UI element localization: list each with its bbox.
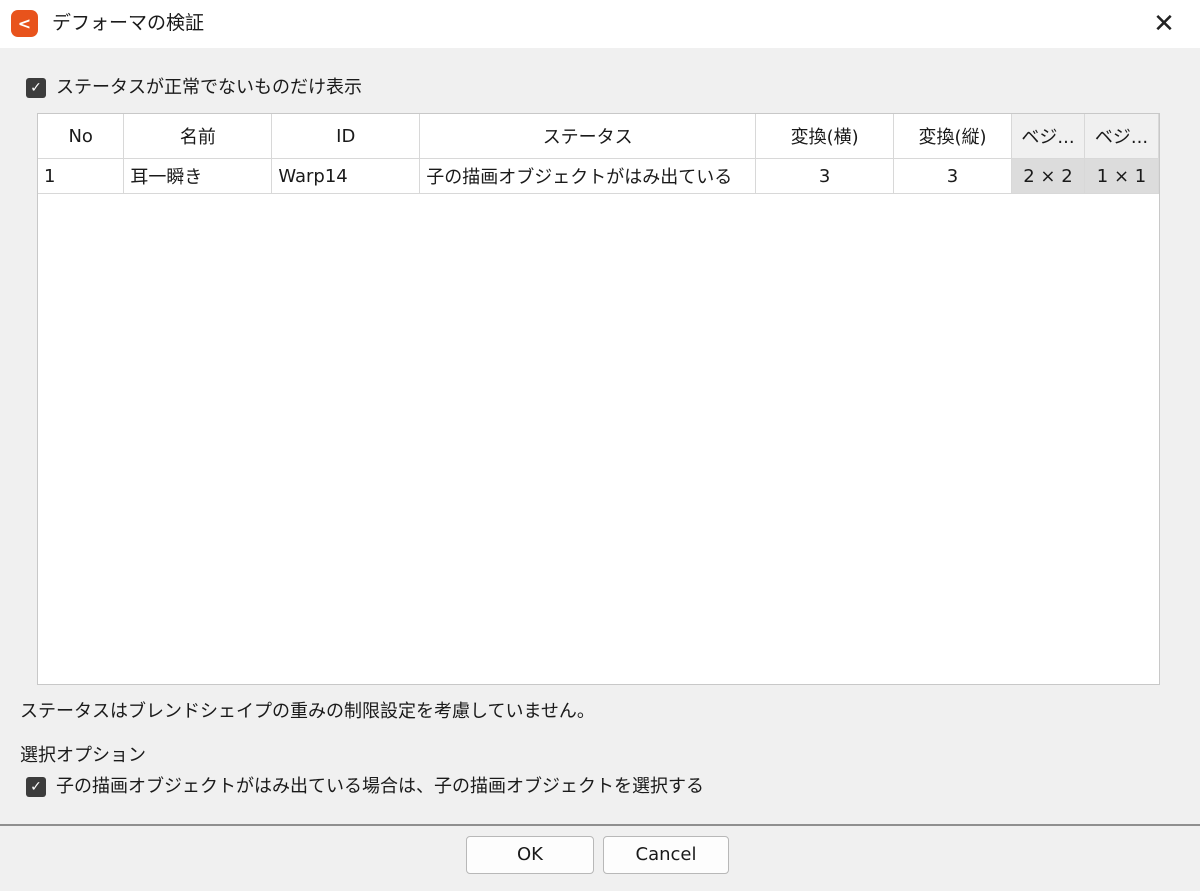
cell-no: 1 [38, 158, 125, 194]
select-child-label: 子の描画オブジェクトがはみ出ている場合は、子の描画オブジェクトを選択する [56, 776, 704, 797]
close-icon[interactable]: ✕ [1146, 6, 1182, 42]
button-bar: OK Cancel [0, 824, 1200, 891]
table-row[interactable]: 1 耳一瞬き Warp14 子の描画オブジェクトがはみ出ている 3 3 2 × … [38, 158, 1160, 194]
cell-bezier-1: 2 × 2 [1011, 158, 1085, 194]
column-header-status[interactable]: ステータス [419, 114, 757, 159]
app-logo-icon: < [11, 10, 38, 37]
select-child-checkbox[interactable]: ✓ [26, 777, 46, 797]
column-header-id[interactable]: ID [271, 114, 421, 159]
deformer-grid: No 名前 ID ステータス 変換(横) 変換(縦) ベジ... ベジ... 1… [38, 114, 1160, 194]
column-header-transform-v[interactable]: 変換(縦) [893, 114, 1012, 159]
filter-abnormal-label: ステータスが正常でないものだけ表示 [56, 77, 362, 98]
dialog-content: ✓ ステータスが正常でないものだけ表示 No 名前 ID ステータス 変換(横)… [0, 48, 1200, 824]
filter-abnormal-checkbox[interactable]: ✓ [26, 78, 46, 98]
column-header-name[interactable]: 名前 [123, 114, 273, 159]
cell-bezier-2: 1 × 1 [1084, 158, 1160, 194]
column-header-no[interactable]: No [38, 114, 125, 159]
status-note: ステータスはブレンドシェイプの重みの制限設定を考慮していません。 [20, 701, 595, 722]
cancel-button[interactable]: Cancel [603, 836, 729, 874]
table-header-row: No 名前 ID ステータス 変換(横) 変換(縦) ベジ... ベジ... [38, 114, 1160, 159]
deformer-table: No 名前 ID ステータス 変換(横) 変換(縦) ベジ... ベジ... 1… [37, 113, 1160, 685]
window-title: デフォーマの検証 [52, 12, 205, 34]
cell-status: 子の描画オブジェクトがはみ出ている [419, 158, 757, 194]
column-header-bezier-2[interactable]: ベジ... [1084, 114, 1160, 159]
cell-transform-h: 3 [755, 158, 895, 194]
column-header-bezier-1[interactable]: ベジ... [1011, 114, 1085, 159]
ok-button[interactable]: OK [466, 836, 594, 874]
column-header-transform-h[interactable]: 変換(横) [755, 114, 895, 159]
selection-options-label: 選択オプション [20, 745, 146, 766]
title-bar: < デフォーマの検証 ✕ [0, 0, 1200, 48]
cell-transform-v: 3 [893, 158, 1012, 194]
app-logo-mark: < [17, 14, 32, 33]
cell-name: 耳一瞬き [123, 158, 273, 194]
cell-id: Warp14 [271, 158, 421, 194]
